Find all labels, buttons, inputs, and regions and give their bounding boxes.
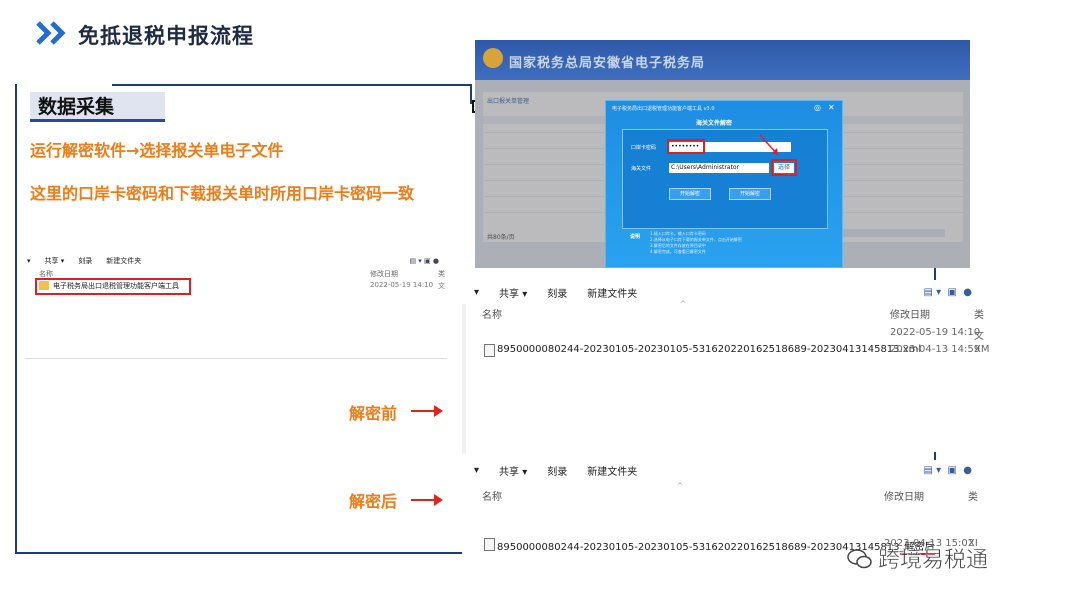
wechat-icon bbox=[847, 549, 872, 569]
note-password: 这里的口岸卡密码和下载报关单时所用口岸卡密码一致 bbox=[30, 184, 415, 203]
col-date-header[interactable]: 修改日期 bbox=[890, 306, 930, 321]
burn-button[interactable]: 刻录 bbox=[547, 463, 567, 478]
slide-title: 免抵退税申报流程 bbox=[78, 24, 254, 48]
after-arrow-icon bbox=[411, 494, 443, 506]
tax-site-header: 国家税务总局安徽省电子税务局 bbox=[475, 40, 970, 80]
explorer-before-toolbar: ▾ 共享 ▾ 刻录 新建文件夹 ▤ ▾ ▣ ● bbox=[462, 282, 982, 302]
tax-site-title: 国家税务总局安徽省电子税务局 bbox=[509, 56, 706, 71]
row1-type: 文 bbox=[974, 331, 984, 342]
toolbar-arrow[interactable]: ▾ bbox=[474, 287, 479, 298]
col-date-header[interactable]: 修改日期 bbox=[884, 488, 924, 503]
burn-button[interactable]: 刻录 bbox=[78, 256, 92, 266]
col-name-header[interactable]: 名称 bbox=[482, 488, 502, 503]
note-run-tool: 运行解密软件→选择报关单电子文件 bbox=[30, 141, 284, 160]
section-heading: 数据采集 bbox=[30, 92, 165, 122]
view-options-icon[interactable]: ▤ ▾ ▣ ● bbox=[923, 287, 972, 298]
before-arrow-icon bbox=[411, 405, 443, 417]
decrypt-start-button[interactable]: 开始解密 bbox=[729, 188, 771, 200]
tax-emblem-icon bbox=[483, 48, 503, 68]
explorer-before-decrypt: ▾ 共享 ▾ 刻录 新建文件夹 ▤ ▾ ▣ ● 名称 修改日期 类 ^ 2022… bbox=[462, 282, 989, 455]
col-type-header[interactable]: 类 bbox=[968, 488, 978, 503]
section-frame-top bbox=[112, 84, 472, 86]
new-folder-button[interactable]: 新建文件夹 bbox=[587, 463, 637, 478]
small-explorer: ▾ 共享 ▾ 刻录 新建文件夹 ▤ ▾ ▣ ● 名称 修改日期 类 电子税务局出… bbox=[25, 254, 447, 359]
new-folder-button[interactable]: 新建文件夹 bbox=[106, 256, 141, 266]
customs-file-input[interactable]: C:\Users\Administrator bbox=[669, 163, 769, 173]
toolbar-arrow[interactable]: ▾ bbox=[27, 257, 31, 265]
password-highlight bbox=[667, 139, 705, 154]
dialog-subtitle: 海关文件解密 bbox=[696, 120, 733, 127]
col-name-header[interactable]: 名称 bbox=[482, 306, 502, 321]
burn-button[interactable]: 刻录 bbox=[547, 285, 567, 300]
choose-file-button[interactable]: 选择 bbox=[774, 163, 794, 173]
row1-date: 2022-05-19 14:10 bbox=[890, 327, 981, 338]
red-arrow-icon bbox=[759, 134, 779, 156]
toolbar-arrow[interactable]: ▾ bbox=[474, 465, 479, 476]
col-type-header[interactable]: 类 bbox=[974, 306, 984, 321]
view-options-icon[interactable]: ▤ ▾ ▣ ● bbox=[409, 257, 439, 265]
section-frame-bottom bbox=[15, 552, 463, 554]
card-password-label: 口岸卡密码 bbox=[631, 145, 657, 151]
xml-file-icon bbox=[484, 538, 495, 551]
folder-icon bbox=[39, 281, 49, 290]
file-row-name[interactable]: 电子税务局出口退税管理功能客户端工具 bbox=[53, 281, 179, 291]
section-frame-left bbox=[15, 84, 17, 554]
file-row-name[interactable]: 8950000080244-20230105-20230105-53162022… bbox=[497, 344, 921, 355]
nav-pane-edge bbox=[462, 304, 466, 454]
customs-file-label: 海关文件 bbox=[631, 166, 652, 172]
connector-tick bbox=[934, 268, 936, 280]
file-name-prefix: 8950000080244-20230105-20230105-53162022… bbox=[497, 542, 900, 553]
view-options-icon[interactable]: ▤ ▾ ▣ ● bbox=[923, 465, 972, 476]
file-row-date: 2023-04-13 14:59 bbox=[890, 344, 981, 355]
sort-indicator-icon: ^ bbox=[677, 482, 683, 490]
hint-title: 说明 bbox=[630, 234, 641, 240]
explorer-after-decrypt: ▾ 共享 ▾ 刻录 新建文件夹 ▤ ▾ ▣ ● 名称 修改日期 类 ^ 8950… bbox=[462, 460, 982, 606]
hint-line: 4.解密完成，可查看已解密文件 bbox=[650, 249, 706, 254]
share-menu[interactable]: 共享 ▾ bbox=[499, 463, 527, 478]
decrypt-start-button-left[interactable]: 开始解密 bbox=[669, 188, 711, 200]
share-menu[interactable]: 共享 ▾ bbox=[499, 285, 527, 300]
dialog-minimize-icon[interactable]: ◎ bbox=[814, 103, 821, 112]
decrypt-dialog: 电子税务局出口退税管理功能客户端工具 v3.0 ◎ ✕ 海关文件解密 口岸卡密码… bbox=[605, 100, 843, 268]
new-folder-button[interactable]: 新建文件夹 bbox=[587, 285, 637, 300]
tax-bureau-screenshot: 国家税务总局安徽省电子税务局 出口报关单管理 共80条/页 电子税务局出口退税管… bbox=[475, 40, 970, 268]
dialog-close-icon[interactable]: ✕ bbox=[828, 103, 835, 112]
dialog-window-title: 电子税务局出口退税管理功能客户端工具 v3.0 bbox=[612, 106, 715, 112]
sort-indicator-icon: ^ bbox=[680, 300, 686, 308]
double-chevron-icon bbox=[36, 21, 66, 45]
file-row-type: 文 bbox=[438, 282, 445, 290]
dialog-form: 口岸卡密码 •••••••• 海关文件 C:\Users\Administrat… bbox=[622, 129, 828, 229]
hint-lines: 1.插入口岸卡，输入口岸卡密码 2.选择从电子口岸下载的报关单文件，点击开始解密… bbox=[650, 231, 742, 255]
before-label: 解密前 bbox=[349, 404, 398, 423]
explorer-after-toolbar: ▾ 共享 ▾ 刻录 新建文件夹 ▤ ▾ ▣ ● bbox=[462, 460, 982, 480]
file-row-date: 2022-05-19 14:10 bbox=[370, 281, 434, 289]
after-label: 解密后 bbox=[349, 492, 398, 511]
xml-file-icon bbox=[484, 344, 495, 357]
col-type-header[interactable]: 类 bbox=[438, 269, 445, 279]
small-explorer-toolbar: ▾ 共享 ▾ 刻录 新建文件夹 ▤ ▾ ▣ ● bbox=[25, 254, 447, 268]
watermark-text: 跨境易税通 bbox=[878, 548, 989, 574]
share-menu[interactable]: 共享 ▾ bbox=[45, 256, 65, 266]
file-row-type: XM bbox=[974, 344, 990, 355]
col-date-header[interactable]: 修改日期 bbox=[370, 269, 398, 279]
